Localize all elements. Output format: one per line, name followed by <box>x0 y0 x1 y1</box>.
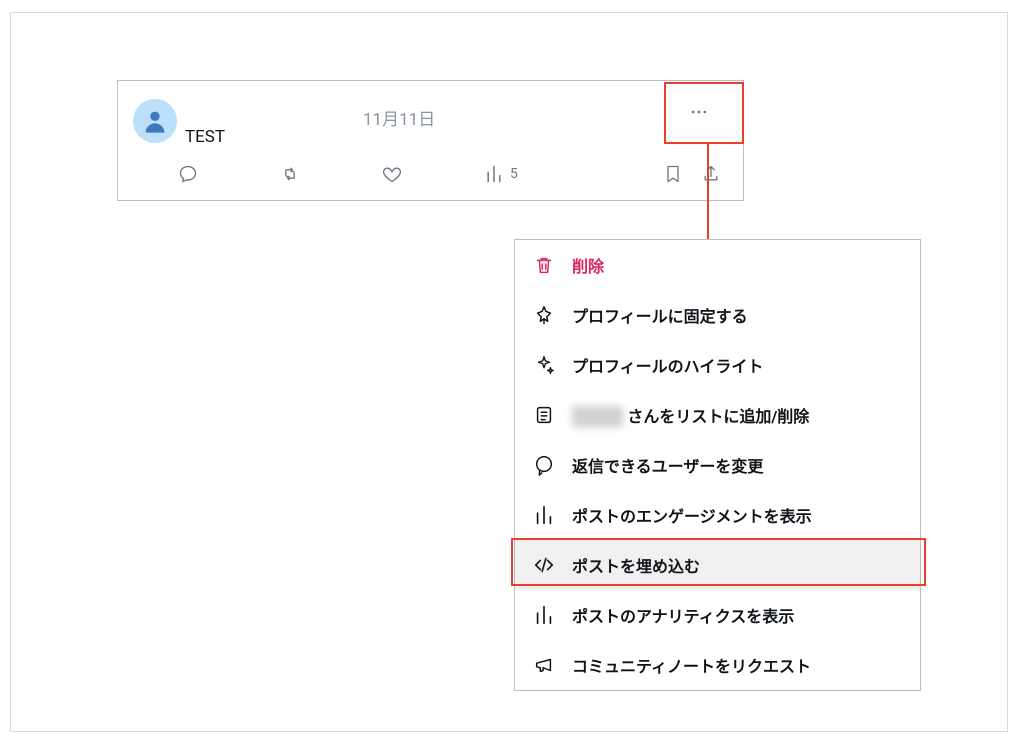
list-icon <box>533 404 555 426</box>
retweet-button[interactable] <box>280 164 300 184</box>
heart-icon <box>382 164 402 184</box>
comment-icon <box>533 454 555 476</box>
megaphone-icon <box>533 654 555 676</box>
retweet-icon <box>280 164 300 184</box>
menu-item-label: プロフィールのハイライト <box>572 353 763 377</box>
menu-item-label: 削除 <box>572 253 604 277</box>
menu-item-label: ポストを埋め込む <box>572 553 700 577</box>
context-menu: 削除プロフィールに固定するプロフィールのハイライト ████ さんをリストに追加/… <box>514 239 921 691</box>
menu-item-megaphone[interactable]: コミュニティノートをリクエスト <box>515 640 920 690</box>
share-icon[interactable] <box>701 164 721 184</box>
menu-item-label: コミュニティノートをリクエスト <box>572 653 811 677</box>
avatar[interactable] <box>133 99 177 143</box>
trash-icon <box>533 254 555 276</box>
menu-item-code[interactable]: ポストを埋め込む <box>515 540 920 590</box>
more-icon <box>689 102 709 122</box>
tweet-card: 11月11日 TEST 5 <box>117 80 744 201</box>
outer-frame: 11月11日 TEST 5 削除プロフィールに固定するプロフィールのハイライト █… <box>10 12 1008 732</box>
menu-item-bars[interactable]: ポストのエンゲージメントを表示 <box>515 490 920 540</box>
like-button[interactable] <box>382 164 402 184</box>
tweet-actions: 5 <box>178 162 721 186</box>
code-icon <box>533 554 555 576</box>
analytics-button[interactable]: 5 <box>484 164 518 184</box>
menu-item-label: ████ さんをリストに追加/削除 <box>572 403 809 427</box>
bars-icon <box>533 504 555 526</box>
menu-item-label: ポストのアナリティクスを表示 <box>572 603 794 627</box>
menu-item-label: ポストのエンゲージメントを表示 <box>572 503 812 527</box>
menu-item-list[interactable]: ████ さんをリストに追加/削除 <box>515 390 920 440</box>
menu-item-pin[interactable]: プロフィールに固定する <box>515 290 920 340</box>
bars-icon <box>533 604 555 626</box>
menu-item-bars[interactable]: ポストのアナリティクスを表示 <box>515 590 920 640</box>
reply-button[interactable] <box>178 164 198 184</box>
sparkle-icon <box>533 354 555 376</box>
analytics-count: 5 <box>510 166 518 182</box>
menu-item-label: プロフィールに固定する <box>572 303 748 327</box>
bookmark-icon[interactable] <box>663 164 683 184</box>
bars-icon <box>484 164 504 184</box>
pin-icon <box>533 304 555 326</box>
menu-item-comment[interactable]: 返信できるユーザーを変更 <box>515 440 920 490</box>
more-button[interactable] <box>678 98 720 126</box>
tweet-date: 11月11日 <box>363 105 435 130</box>
menu-item-sparkle[interactable]: プロフィールのハイライト <box>515 340 920 390</box>
reply-icon <box>178 164 198 184</box>
menu-item-label: 返信できるユーザーを変更 <box>572 453 763 477</box>
menu-item-trash[interactable]: 削除 <box>515 240 920 290</box>
tweet-handle[interactable]: TEST <box>185 127 225 147</box>
